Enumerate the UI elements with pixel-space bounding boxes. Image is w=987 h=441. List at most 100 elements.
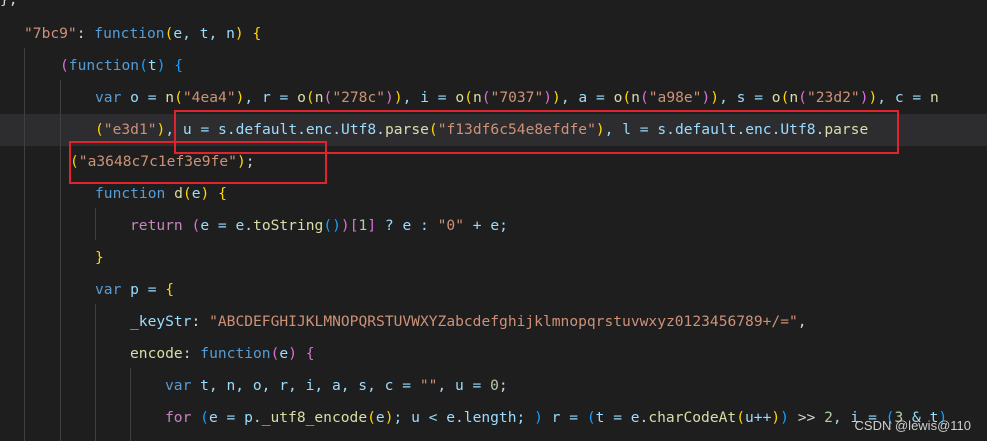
code-token: u++	[745, 409, 772, 426]
code-editor[interactable]: for (e = p._utf8_encode(e); u < e.length…	[0, 0, 987, 441]
code-token: "7037"	[490, 89, 544, 106]
code-token: encode	[130, 345, 183, 362]
code-token: "4ea4"	[182, 89, 236, 106]
code-token: (	[464, 89, 473, 106]
code-token: _keyStr	[130, 313, 192, 330]
code-token: ,	[797, 313, 807, 330]
code-line[interactable]: _keyStr: "ABCDEFGHIJKLMNOPQRSTUVWXYZabcd…	[0, 306, 987, 338]
code-token: "7bc9"	[24, 25, 77, 42]
code-line[interactable]: for (e = p._utf8_encode(e); u < e.length…	[0, 402, 987, 434]
indent-guide	[60, 80, 61, 441]
code-line[interactable]: }	[0, 242, 987, 274]
code-token: }	[95, 249, 104, 266]
code-token: {	[243, 25, 262, 42]
code-text: _keyStr: "ABCDEFGHIJKLMNOPQRSTUVWXYZabcd…	[130, 306, 807, 338]
code-token: (	[60, 57, 69, 74]
code-token: )	[385, 89, 394, 106]
code-text: },	[0, 0, 18, 16]
code-token: {	[165, 57, 184, 74]
code-token: )	[340, 217, 350, 234]
code-token: {	[296, 345, 315, 362]
code-token: function	[94, 25, 165, 42]
code-text: for (e = p._utf8_encode(e); u < e.length…	[165, 402, 947, 434]
code-token: var	[165, 377, 192, 394]
code-token: "a98e"	[648, 89, 702, 106]
indent-guide	[95, 208, 96, 240]
code-token: ;	[498, 377, 508, 394]
code-token: r =	[542, 409, 587, 426]
code-token: )	[552, 89, 561, 106]
code-token: )	[393, 89, 403, 106]
code-token: + e;	[463, 217, 508, 234]
code-line[interactable]: return (e = e.toString())[1] ? e : "0" +…	[0, 210, 987, 242]
code-line[interactable]: (function(t) {	[0, 50, 987, 82]
code-token: (	[323, 217, 333, 234]
code-line[interactable]: var t, n, o, r, i, a, s, c = "", u = 0;	[0, 370, 987, 402]
code-token: _utf8_encode	[261, 409, 368, 426]
code-token: o	[455, 89, 465, 106]
code-token: e	[375, 409, 385, 426]
code-token: )	[771, 409, 781, 426]
code-token: :	[76, 25, 95, 42]
code-token: (	[305, 89, 315, 106]
code-token: function	[68, 57, 140, 74]
code-token: )	[534, 409, 543, 426]
code-token: (	[182, 185, 192, 202]
code-text: var p = {	[95, 274, 174, 306]
code-token: (	[639, 89, 649, 106]
code-line[interactable]: var p = {	[0, 274, 987, 306]
code-token: {	[165, 281, 175, 298]
code-token: (	[191, 217, 201, 234]
code-token: o =	[121, 89, 166, 106]
code-token: n	[472, 89, 482, 106]
code-token: (	[481, 89, 491, 106]
highlight-box-iv	[69, 141, 327, 184]
code-token: 2	[824, 409, 833, 426]
code-token: },	[0, 0, 18, 8]
code-token: d	[174, 185, 183, 202]
code-token: n	[789, 89, 799, 106]
code-token: n	[165, 89, 175, 106]
code-token: 0	[490, 377, 499, 394]
code-token: (	[622, 89, 632, 106]
code-line[interactable]: "7bc9": function(e, t, n) {	[0, 18, 987, 50]
code-text: (function(t) {	[60, 50, 183, 82]
code-token: ? e :	[376, 217, 438, 234]
code-token: , r =	[244, 89, 298, 106]
code-token: t	[147, 57, 157, 74]
code-token: >>	[788, 409, 825, 426]
code-token: var	[95, 89, 122, 106]
code-token: )	[868, 89, 878, 106]
code-token: function	[95, 185, 166, 202]
code-token: e = e.	[200, 217, 254, 234]
code-text: encode: function(e) {	[130, 338, 315, 370]
code-token: "0"	[437, 217, 464, 234]
code-token: "278c"	[332, 89, 386, 106]
code-text: }	[95, 242, 104, 274]
watermark: CSDN @lewis@110	[854, 418, 971, 433]
code-token: ]	[367, 217, 377, 234]
code-token: var	[95, 281, 122, 298]
code-token: (	[174, 89, 183, 106]
code-token: )	[780, 409, 789, 426]
code-text: var t, n, o, r, i, a, s, c = "", u = 0;	[165, 370, 508, 402]
code-text: return (e = e.toString())[1] ? e : "0" +…	[130, 210, 508, 242]
code-token: o	[771, 89, 781, 106]
code-token: e, t, n	[173, 25, 235, 42]
code-line[interactable]: },	[0, 0, 987, 16]
code-token: (	[200, 409, 209, 426]
code-token: o	[297, 89, 306, 106]
code-token: n	[930, 89, 939, 106]
code-token: (	[323, 89, 333, 106]
code-token: t = e.	[595, 409, 649, 426]
code-token: n	[631, 89, 640, 106]
code-token: )	[234, 25, 244, 42]
code-token: (	[367, 409, 376, 426]
code-token: charCodeAt	[648, 409, 737, 426]
code-line[interactable]: encode: function(e) {	[0, 338, 987, 370]
code-token: )	[384, 409, 394, 426]
code-token: toString	[253, 217, 324, 234]
code-token: , a =	[560, 89, 614, 106]
